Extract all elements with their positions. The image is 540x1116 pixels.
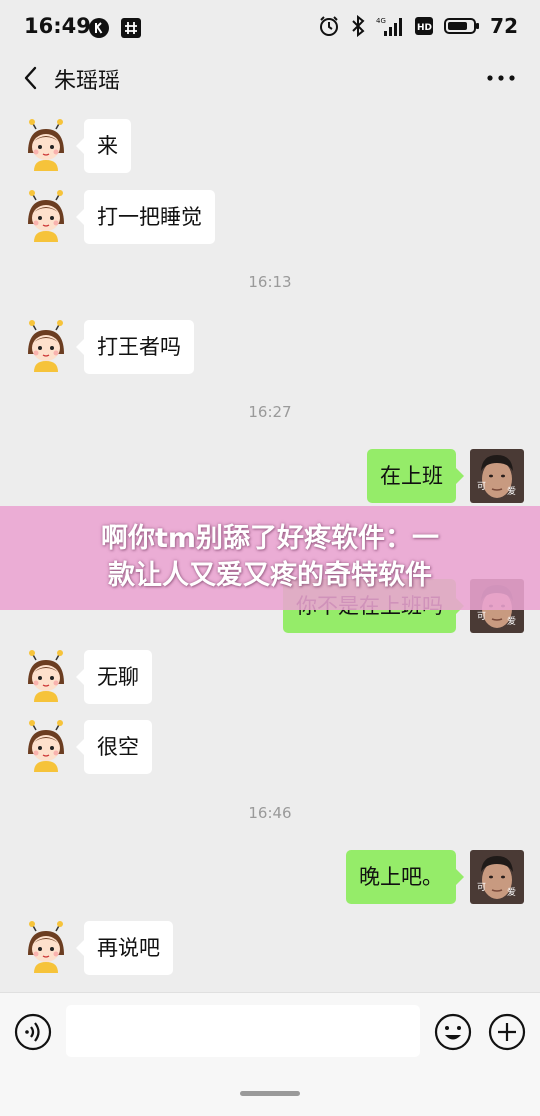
- contact-message-bubble[interactable]: 打王者吗: [76, 320, 194, 374]
- title-banner: 啊你tm别舔了好疼软件：一 款让人又爱又疼的奇特软件: [0, 506, 540, 610]
- banner-line-2: 款让人又爱又疼的奇特软件: [108, 560, 432, 591]
- contact-message-bubble[interactable]: 无聊: [76, 650, 152, 704]
- hd-icon: HD: [415, 17, 434, 35]
- contact-message-bubble[interactable]: 再说吧: [76, 921, 173, 975]
- bluetooth-icon: [352, 15, 365, 37]
- chat-title: 朱瑶瑶: [54, 69, 121, 94]
- status-bar: 16:49 4G HD 72: [0, 0, 540, 56]
- avatar-caption-1: 可: [477, 882, 486, 893]
- svg-text:HD: HD: [417, 23, 432, 33]
- avatar-caption-2: 爱: [507, 616, 516, 627]
- emoji-icon[interactable]: [434, 1013, 472, 1051]
- my-message-bubble[interactable]: 晚上吧。: [346, 850, 464, 904]
- contact-message-bubble[interactable]: 来: [76, 119, 131, 173]
- status-time: 16:49: [24, 14, 91, 38]
- timestamp: 16:27: [248, 403, 292, 421]
- system-icons: 4G HD 72: [318, 14, 518, 38]
- banner-line-1: 啊你tm别舔了好疼软件：一: [100, 523, 440, 554]
- svg-text:4G: 4G: [376, 17, 386, 25]
- contact-avatar[interactable]: [20, 650, 72, 702]
- input-bar: [0, 992, 540, 1116]
- my-avatar[interactable]: 可 爱: [470, 449, 524, 503]
- timestamp: 16:13: [248, 273, 292, 291]
- notification-icons: [88, 17, 142, 39]
- message-input[interactable]: [66, 1005, 420, 1057]
- more-options-icon[interactable]: [486, 66, 516, 90]
- hash-app-icon: [121, 18, 141, 38]
- signal-icon: 4G: [376, 17, 403, 36]
- avatar-caption-1: 可: [477, 611, 486, 622]
- avatar-caption-1: 可: [477, 481, 486, 492]
- k-app-icon: [89, 18, 109, 38]
- contact-avatar[interactable]: [20, 190, 72, 242]
- battery-icon: [444, 18, 480, 34]
- contact-message-bubble[interactable]: 打一把睡觉: [76, 190, 215, 244]
- my-avatar[interactable]: 可 爱: [470, 850, 524, 904]
- contact-message-bubble[interactable]: 很空: [76, 720, 152, 774]
- back-arrow-icon[interactable]: [18, 64, 46, 92]
- alarm-icon: [320, 16, 339, 36]
- banner-title: 啊你tm别舔了好疼软件：一 款让人又爱又疼的奇特软件: [0, 520, 540, 594]
- voice-input-icon[interactable]: [14, 1013, 52, 1051]
- contact-avatar[interactable]: [20, 119, 72, 171]
- chat-header: 朱瑶瑶: [0, 56, 540, 100]
- timestamp: 16:46: [248, 804, 292, 822]
- battery-level: 72: [490, 14, 518, 38]
- contact-avatar[interactable]: [20, 921, 72, 973]
- contact-avatar[interactable]: [20, 720, 72, 772]
- more-functions-icon[interactable]: [488, 1013, 526, 1051]
- avatar-caption-2: 爱: [507, 486, 516, 497]
- avatar-caption-2: 爱: [507, 887, 516, 898]
- my-message-bubble[interactable]: 在上班: [367, 449, 464, 503]
- contact-avatar[interactable]: [20, 320, 72, 372]
- home-indicator[interactable]: [240, 1091, 300, 1096]
